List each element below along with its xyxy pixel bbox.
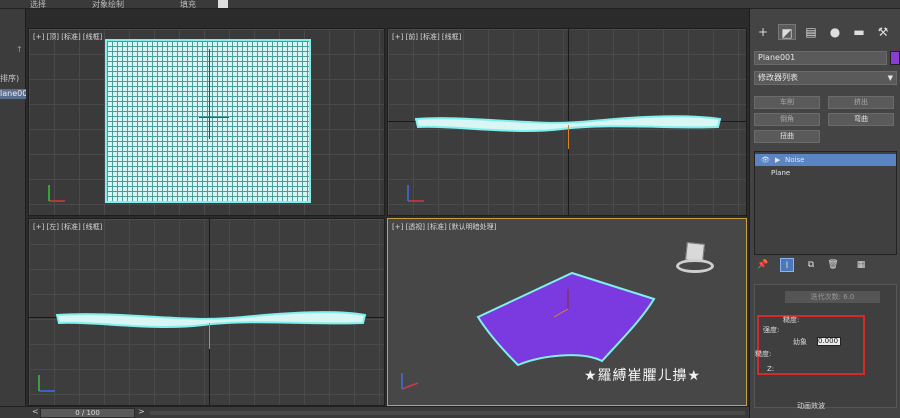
strength-label: 强度: xyxy=(763,326,780,334)
scene-item-plane[interactable]: lane00 xyxy=(0,89,26,99)
hierarchy-icon[interactable]: ▤ xyxy=(802,24,820,40)
utilities-icon[interactable]: ⚒ xyxy=(874,24,892,40)
scene-explorer: ↑ 排序) lane00 xyxy=(0,9,26,408)
scale-label: 幼象 xyxy=(793,338,807,346)
viewport-label-front[interactable]: [+] [前] [标准] [线框] xyxy=(392,32,461,42)
bevel-button[interactable]: 倒角 xyxy=(754,113,820,126)
viewport-left[interactable]: [+] [左] [标准] [线框] xyxy=(28,218,385,406)
viewcube-ring-icon[interactable] xyxy=(676,259,714,273)
viewport-label-top[interactable]: [+] [顶] [标准] [线框] xyxy=(33,32,102,42)
y-axis-line xyxy=(209,49,210,139)
time-slider[interactable]: 0 / 100 xyxy=(40,408,135,418)
axis-gizmo-icon xyxy=(38,375,55,392)
viewport-top[interactable]: [+] [顶] [标准] [线框] xyxy=(28,28,385,216)
motion-icon[interactable]: ● xyxy=(826,24,844,40)
timeline-next-button[interactable]: > xyxy=(138,407,145,416)
extrude-button[interactable]: 挤出 xyxy=(828,96,894,109)
plane-mesh-perspective[interactable] xyxy=(472,269,662,369)
lathe-button[interactable]: 车削 xyxy=(754,96,820,109)
iterations-value: 6.0 xyxy=(843,293,855,301)
overlay-watermark: ★羅縛崔臞ㄦ擤★ xyxy=(584,368,702,384)
command-panel: + ◩ ▤ ● ▬ ⚒ Plane001 修改器列表 ▼ 车削 挤出 倒角 弯曲… xyxy=(749,9,900,418)
pin-stack-icon[interactable]: 📌 xyxy=(756,258,770,272)
z-label: Z: xyxy=(767,365,775,373)
iterations-label: 迭代次数: xyxy=(810,293,841,301)
timeline-prev-button[interactable]: < xyxy=(32,407,39,416)
timeline: < 0 / 100 > xyxy=(0,406,749,418)
show-end-result-icon[interactable]: I xyxy=(780,258,794,272)
axis-gizmo-icon xyxy=(407,185,424,202)
twist-button[interactable]: 扭曲 xyxy=(754,130,820,143)
strength2-label: 糙度: xyxy=(755,350,772,358)
dropdown-icon[interactable] xyxy=(218,0,228,8)
viewport-perspective[interactable]: [+] [透视] [标准] [默认明暗处理] ★羅縛崔臞ㄦ擤★ xyxy=(387,218,747,406)
modify-icon[interactable]: ◩ xyxy=(778,24,796,40)
eye-icon[interactable]: 👁 xyxy=(761,154,770,166)
create-icon[interactable]: + xyxy=(754,24,772,40)
scale-value: 0.000 xyxy=(818,337,839,345)
sort-label[interactable]: 排序) xyxy=(0,73,19,84)
chevron-down-icon: ▼ xyxy=(887,74,893,82)
viewport-label-left[interactable]: [+] [左] [标准] [线框] xyxy=(33,222,102,232)
viewport-front[interactable]: [+] [前] [标准] [线框] xyxy=(387,28,747,216)
pivot-axis xyxy=(568,125,569,149)
modifier-list-label: 修改器列表 xyxy=(758,73,798,82)
stack-label-noise: Noise xyxy=(785,156,805,164)
menu-select[interactable]: 选择 xyxy=(30,0,46,10)
menu-fill[interactable]: 填充 xyxy=(180,0,196,10)
expand-triangle-icon[interactable]: ▶ xyxy=(775,154,780,166)
axis-gizmo-icon xyxy=(48,185,65,202)
command-tabs: + ◩ ▤ ● ▬ ⚒ xyxy=(750,21,900,43)
sort-arrow[interactable]: ↑ xyxy=(16,45,23,54)
roughness-label: 糙度: xyxy=(783,316,800,324)
object-name-field[interactable]: Plane001 xyxy=(754,51,887,65)
stack-item-plane[interactable]: Plane xyxy=(755,167,896,179)
pivot-axis xyxy=(209,323,210,349)
object-color-swatch[interactable] xyxy=(890,51,900,65)
iterations-field[interactable]: 迭代次数: 6.0 xyxy=(785,291,880,303)
remove-modifier-icon[interactable]: 🗑 xyxy=(826,258,840,272)
configure-sets-icon[interactable]: ▦ xyxy=(854,258,868,272)
x-axis-line xyxy=(199,117,229,118)
bend-button[interactable]: 弯曲 xyxy=(828,113,894,126)
animate-noise-checkbox[interactable]: 动画效波 xyxy=(797,401,825,411)
plane-mesh-top[interactable] xyxy=(105,39,311,203)
modifier-list-dropdown[interactable]: 修改器列表 ▼ xyxy=(754,71,897,85)
modifier-stack: 👁 ▶ Noise Plane xyxy=(754,151,897,255)
display-icon[interactable]: ▬ xyxy=(850,24,868,40)
axis-gizmo-icon xyxy=(401,373,419,390)
timeline-track[interactable] xyxy=(150,411,745,415)
menu-object-paint[interactable]: 对象绘制 xyxy=(92,0,124,10)
plane-mesh-left[interactable] xyxy=(53,309,369,329)
viewport-label-perspective[interactable]: [+] [透视] [标准] [默认明暗处理] xyxy=(392,222,496,232)
menubar: 选择 对象绘制 填充 xyxy=(0,0,900,9)
make-unique-icon[interactable]: ⧉ xyxy=(804,258,818,272)
noise-parameters-rollout: 迭代次数: 6.0 糙度: 强度: 幼象 0.000 糙度: Z: 动画效波 xyxy=(754,284,897,411)
stack-item-noise[interactable]: 👁 ▶ Noise xyxy=(755,154,896,166)
stack-toolbar: 📌 I ⧉ 🗑 ▦ xyxy=(754,256,897,274)
stack-label-plane: Plane xyxy=(771,169,791,177)
